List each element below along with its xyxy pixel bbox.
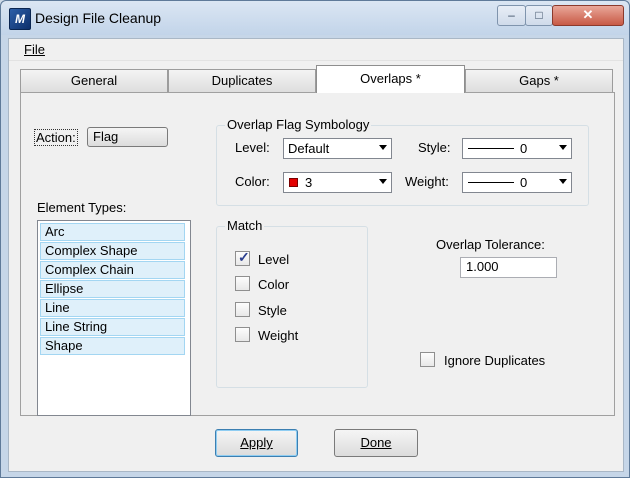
- match-group-title: Match: [225, 218, 265, 233]
- list-item[interactable]: Ellipse: [40, 280, 185, 298]
- weight-combo-value: 0: [520, 175, 528, 190]
- line-style-sample-icon: [468, 148, 514, 149]
- match-color-checkbox[interactable]: [235, 276, 250, 291]
- match-style-checkbox[interactable]: [235, 302, 250, 317]
- list-item[interactable]: Line String: [40, 318, 185, 336]
- style-combo[interactable]: 0: [462, 138, 572, 159]
- list-item[interactable]: Complex Shape: [40, 242, 185, 260]
- minimize-button[interactable]: –: [497, 5, 526, 26]
- menu-file-label: File: [24, 42, 45, 57]
- symbology-group-title: Overlap Flag Symbology: [225, 117, 372, 132]
- element-types-label: Element Types:: [37, 200, 127, 215]
- match-weight-checkbox[interactable]: [235, 327, 250, 342]
- match-style-label: Style: [258, 303, 287, 318]
- apply-button[interactable]: Apply: [215, 429, 298, 457]
- weight-combo[interactable]: 0: [462, 172, 572, 193]
- line-weight-sample-icon: [468, 182, 514, 183]
- tab-label: General: [70, 73, 118, 88]
- chevron-down-icon: [559, 145, 567, 150]
- tab-label: Duplicates: [211, 73, 273, 88]
- match-weight-label: Weight: [258, 328, 299, 343]
- done-button-label: Done: [360, 435, 392, 450]
- microstation-icon: M: [9, 8, 31, 30]
- list-item[interactable]: Arc: [40, 223, 185, 241]
- tab-duplicates[interactable]: Duplicates: [168, 69, 316, 92]
- checkmark-icon: ✓: [238, 249, 250, 265]
- chevron-down-icon: [379, 145, 387, 150]
- level-combo[interactable]: Default: [283, 138, 392, 159]
- menu-bar: File: [9, 39, 623, 61]
- match-level-checkbox[interactable]: ✓: [235, 249, 250, 266]
- done-button[interactable]: Done: [334, 429, 418, 457]
- overlap-tolerance-input[interactable]: 1.000: [460, 257, 557, 278]
- element-types-list[interactable]: Arc Complex Shape Complex Chain Ellipse …: [37, 220, 191, 416]
- list-item[interactable]: Shape: [40, 337, 185, 355]
- apply-button-label: Apply: [240, 435, 273, 450]
- tab-gaps[interactable]: Gaps *: [465, 69, 613, 92]
- tab-overlaps[interactable]: Overlaps *: [316, 65, 465, 93]
- color-combo-value: 3: [305, 175, 313, 190]
- menu-file[interactable]: File: [24, 42, 45, 57]
- chevron-down-icon: [559, 179, 567, 184]
- list-item[interactable]: Line: [40, 299, 185, 317]
- tab-label: Gaps *: [519, 73, 559, 88]
- minimize-icon: –: [508, 8, 515, 22]
- style-label: Style:: [418, 140, 451, 155]
- color-label: Color:: [235, 174, 270, 189]
- symbology-group: Overlap Flag Symbology Level: Default St…: [216, 117, 589, 206]
- color-combo[interactable]: 3: [283, 172, 392, 193]
- level-label: Level:: [235, 140, 270, 155]
- action-button[interactable]: Flag: [87, 127, 168, 147]
- overlap-tolerance-label: Overlap Tolerance:: [436, 237, 545, 252]
- list-item[interactable]: Complex Chain: [40, 261, 185, 279]
- ignore-duplicates-label: Ignore Duplicates: [444, 353, 546, 368]
- dialog-client-area: File General Duplicates Overlaps * Gaps …: [8, 38, 624, 472]
- color-swatch-icon: [289, 178, 298, 187]
- match-level-label: Level: [258, 252, 290, 267]
- maximize-button[interactable]: □: [525, 5, 553, 26]
- close-button[interactable]: ✕: [552, 5, 624, 26]
- ignore-duplicates-checkbox[interactable]: [420, 352, 435, 367]
- style-combo-value: 0: [520, 141, 528, 156]
- overlaps-tab-panel: Action: Flag Element Types: Arc Complex …: [20, 92, 615, 416]
- action-label: Action:: [34, 129, 78, 146]
- chevron-down-icon: [379, 179, 387, 184]
- dialog-window: M Design File Cleanup – □ ✕ File General…: [0, 0, 630, 478]
- match-color-label: Color: [258, 277, 290, 292]
- tab-label: Overlaps *: [360, 71, 421, 86]
- tab-general[interactable]: General: [20, 69, 168, 92]
- title-bar[interactable]: M Design File Cleanup – □ ✕: [1, 1, 629, 35]
- close-icon: ✕: [582, 7, 594, 22]
- weight-label: Weight:: [405, 174, 449, 189]
- level-combo-value: Default: [288, 141, 330, 156]
- match-group: Match ✓ Level Color Style Weight: [216, 218, 368, 388]
- window-title: Design File Cleanup: [35, 10, 162, 26]
- maximize-icon: □: [535, 8, 543, 22]
